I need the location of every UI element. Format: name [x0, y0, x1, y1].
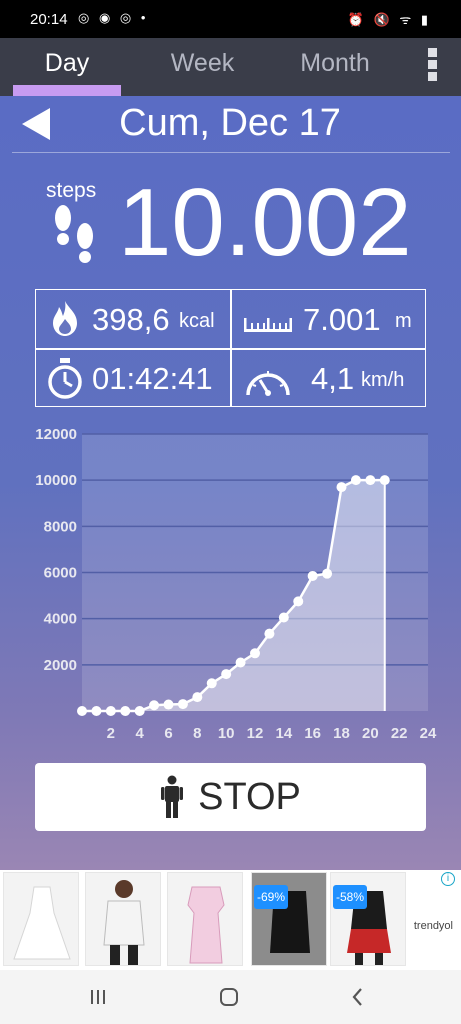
chart-data-point	[278, 612, 289, 623]
system-nav-bar	[0, 970, 461, 1024]
chart-x-tick-label: 24	[420, 725, 437, 742]
chart-x-tick-label: 10	[218, 725, 235, 742]
calories-value: 398,6	[92, 302, 170, 337]
chart-data-point	[322, 568, 333, 579]
footprints-icon	[55, 205, 93, 263]
chart-data-point	[120, 706, 131, 716]
chart-y-tick-label: 8000	[44, 518, 77, 535]
ad-info-icon[interactable]: i	[441, 872, 455, 886]
chart-data-point	[134, 706, 145, 716]
chart-data-point	[192, 692, 203, 703]
recents-icon[interactable]	[88, 987, 108, 1007]
distance-value: 7.001	[303, 302, 381, 337]
person-icon	[161, 775, 184, 818]
chart-y-tick-label: 12000	[35, 426, 77, 443]
chart-data-point	[379, 475, 390, 486]
chart-data-point	[163, 699, 174, 710]
steps-chart: 200040006000800010000120002 4 6 8 10 12 14 16 18…	[35, 426, 437, 742]
back-nav-icon[interactable]	[348, 986, 368, 1008]
chart-data-point	[365, 475, 376, 486]
ad-product-image[interactable]: -58%	[330, 872, 406, 966]
chart-data-point	[235, 657, 246, 668]
speed-unit: km/h	[361, 369, 405, 391]
stop-button[interactable]: STOP	[35, 763, 426, 831]
ad-banner[interactable]: -69% -58% trendyol i	[0, 870, 461, 970]
chart-data-point	[206, 678, 217, 689]
stop-button-label: STOP	[198, 775, 301, 818]
ruler-icon	[244, 318, 292, 332]
steps-label: steps	[46, 179, 97, 202]
speed-value: 4,1	[311, 361, 355, 396]
chart-data-point	[105, 706, 116, 716]
ad-product-image[interactable]: -69%	[251, 872, 327, 966]
discount-badge: -58%	[333, 885, 367, 909]
chart-y-tick-label: 6000	[44, 565, 77, 582]
chart-data-point	[149, 700, 160, 711]
ad-product-image[interactable]	[3, 872, 79, 966]
chart-y-tick-label: 2000	[44, 657, 77, 674]
chart-y-tick-label: 10000	[35, 472, 77, 489]
chart-data-point	[177, 699, 188, 710]
chart-x-tick-label: 8	[193, 725, 201, 742]
stats-divider-horizontal	[36, 348, 425, 350]
home-icon[interactable]	[218, 986, 240, 1008]
status-time: 20:14	[30, 11, 68, 28]
divider	[12, 152, 450, 153]
stats-grid: 398,6 kcal 7.001 m 01:42:41 4,1 km/h	[35, 289, 426, 407]
active-tab-indicator	[13, 85, 121, 96]
chart-x-tick-label: 2	[107, 725, 115, 742]
chart-x-tick-label: 6	[164, 725, 172, 742]
chart-data-point	[264, 628, 275, 639]
chart-x-tick-label: 18	[333, 725, 350, 742]
chart-x-tick-label: 20	[362, 725, 379, 742]
chart-x-tick-label: 12	[247, 725, 264, 742]
chart-y-tick-label: 4000	[44, 611, 77, 628]
stopwatch-icon	[48, 358, 82, 399]
chart-data-point	[250, 648, 260, 659]
chart-x-tick-label: 14	[275, 725, 292, 742]
system-icons: ⏰ 🔇 ᯤ ▮	[347, 12, 431, 27]
chart-data-point	[293, 596, 304, 607]
calories-unit: kcal	[179, 310, 215, 332]
status-bar: 20:14 ◎ ◉ ◎ • ⏰ 🔇 ᯤ ▮	[0, 0, 461, 38]
steps-count: 10.002	[118, 169, 412, 276]
chart-data-point	[91, 706, 102, 716]
distance-unit: m	[395, 310, 412, 332]
chart-x-tick-label: 22	[391, 725, 408, 742]
overflow-menu-icon[interactable]	[420, 46, 444, 86]
ad-brand-logo: trendyol	[413, 920, 453, 932]
chart-data-point	[307, 570, 318, 581]
chart-x-tick-label: 16	[304, 725, 321, 742]
notification-icons: ◎ ◉ ◎ •	[78, 10, 149, 25]
back-arrow-icon[interactable]	[22, 108, 50, 140]
flame-icon	[53, 301, 77, 336]
chart-data-point	[221, 669, 232, 680]
tab-month[interactable]: Month	[285, 38, 385, 96]
duration-value: 01:42:41	[92, 361, 213, 396]
chart-x-tick-label: 4	[135, 725, 144, 742]
chart-data-point	[350, 475, 361, 486]
date-title: Cum, Dec 17	[119, 102, 341, 144]
chart-data-point	[77, 706, 87, 716]
tab-week[interactable]: Week	[145, 38, 260, 96]
chart-data-point	[336, 482, 347, 493]
discount-badge: -69%	[254, 885, 288, 909]
speedometer-icon	[246, 371, 290, 396]
ad-product-image[interactable]	[167, 872, 243, 966]
ad-product-image[interactable]	[85, 872, 161, 966]
